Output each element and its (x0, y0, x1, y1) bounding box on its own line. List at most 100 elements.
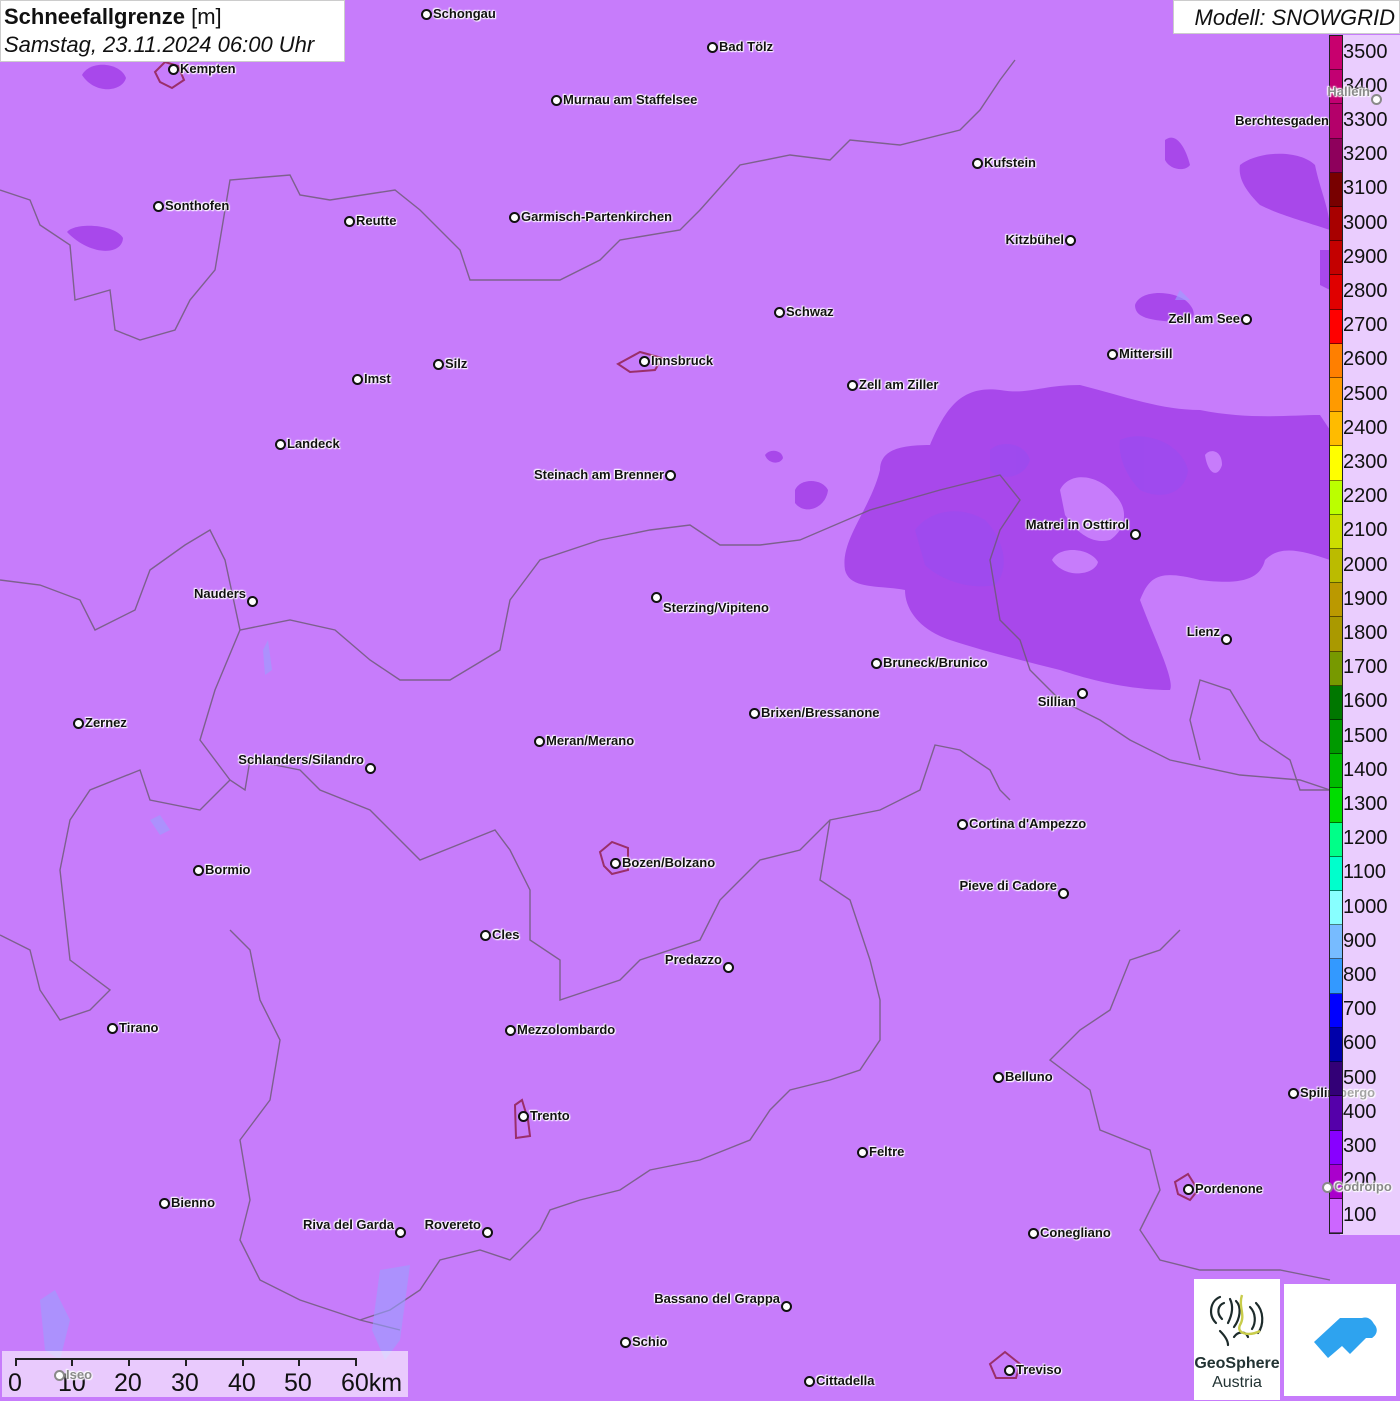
city-marker[interactable]: Cles (480, 927, 519, 943)
scale-tick (71, 1358, 73, 1366)
city-marker[interactable]: Riva del Garda (302, 1217, 406, 1238)
legend-value-label: 700 (1343, 998, 1377, 1021)
legend-value-label: 3200 (1343, 143, 1388, 166)
city-name: Bassano del Grappa (654, 1291, 780, 1306)
city-marker[interactable]: Steinach am Brenner (534, 467, 676, 483)
city-marker[interactable]: Kitzbühel (1006, 232, 1076, 248)
city-marker[interactable]: Sonthofen (153, 198, 229, 214)
city-name: Mezzolombardo (517, 1022, 616, 1037)
city-marker[interactable]: Imst (352, 371, 391, 387)
legend-value-label: 2300 (1343, 451, 1388, 474)
city-marker[interactable]: Bassano del Grappa (654, 1291, 792, 1312)
city-marker[interactable]: Innsbruck (639, 353, 713, 369)
city-marker[interactable]: Berchtesgaden (1235, 113, 1341, 129)
geosphere-emblem-icon (1210, 1294, 1264, 1347)
city-name: Steinach am Brenner (533, 467, 664, 482)
city-marker[interactable]: Zernez (73, 715, 127, 731)
city-marker[interactable]: Iseo (54, 1367, 92, 1383)
city-marker[interactable]: Landeck (275, 436, 340, 452)
city-marker[interactable]: Garmisch-Partenkirchen (509, 209, 672, 225)
city-marker[interactable]: Cittadella (804, 1373, 875, 1389)
city-marker[interactable]: Schongau (421, 6, 496, 22)
city-name: Garmisch-Partenkirchen (521, 209, 673, 224)
city-marker[interactable]: Bienno (159, 1195, 215, 1211)
city-name: Treviso (1016, 1362, 1062, 1377)
city-marker[interactable]: Predazzo (664, 952, 734, 973)
city-dot-icon (344, 216, 355, 227)
city-marker[interactable]: Treviso (1004, 1362, 1062, 1378)
legend-value-label: 500 (1343, 1066, 1377, 1089)
city-dot-icon (1058, 888, 1069, 899)
city-marker[interactable]: Schlanders/Silandro (238, 752, 376, 774)
city-marker[interactable]: Bozen/Bolzano (610, 855, 715, 871)
forecast-datetime: Samstag, 23.11.2024 06:00 Uhr (4, 32, 315, 57)
city-marker[interactable]: Bruneck/Brunico (871, 655, 988, 671)
legend-color-swatch (1330, 617, 1342, 652)
city-name: Schlanders/Silandro (238, 752, 364, 767)
city-marker[interactable]: Zell am Ziller (847, 377, 938, 393)
city-marker[interactable]: Murnau am Staffelsee (551, 92, 697, 108)
city-name: Landeck (287, 436, 340, 451)
legend-color-swatch (1330, 925, 1342, 960)
city-marker[interactable]: Brixen/Bressanone (749, 705, 880, 721)
legend-value-label: 1600 (1343, 690, 1388, 713)
legend-value-label: 100 (1343, 1203, 1377, 1226)
city-marker[interactable]: Lienz (1187, 624, 1232, 645)
city-name: Riva del Garda (302, 1217, 394, 1232)
city-dot-icon (804, 1376, 815, 1387)
city-marker[interactable]: Mezzolombardo (505, 1022, 615, 1038)
city-name: Cles (492, 927, 520, 942)
city-marker[interactable]: Codroipo (1322, 1179, 1392, 1195)
legend-color-swatch (1330, 309, 1342, 344)
city-dot-icon (193, 865, 204, 876)
city-marker[interactable]: Belluno (993, 1069, 1053, 1085)
city-dot-icon (73, 718, 84, 729)
city-marker[interactable]: Schwaz (774, 304, 834, 320)
city-marker[interactable]: Pordenone (1183, 1181, 1263, 1197)
city-marker[interactable]: Trento (518, 1108, 570, 1124)
city-marker[interactable]: Pieve di Cadore (959, 878, 1069, 899)
city-name: Zernez (85, 715, 127, 730)
city-marker[interactable]: Bormio (193, 862, 251, 878)
city-marker[interactable]: Meran/Merano (534, 733, 634, 749)
city-marker[interactable]: Cortina d'Ampezzo (957, 816, 1086, 832)
city-marker[interactable]: Kufstein (972, 155, 1036, 171)
scale-label: 0 (8, 1369, 22, 1397)
city-marker[interactable]: Feltre (857, 1144, 904, 1160)
city-name: Predazzo (664, 952, 722, 967)
legend-value-label: 3500 (1343, 40, 1388, 63)
city-marker[interactable]: Sillian (1037, 688, 1088, 710)
city-marker[interactable]: Conegliano (1028, 1225, 1111, 1241)
legend-value-label: 2500 (1343, 382, 1388, 405)
city-marker[interactable]: Mittersill (1107, 346, 1172, 362)
city-name: Codroipo (1334, 1179, 1392, 1194)
legend-value-label: 1100 (1343, 861, 1387, 884)
city-marker[interactable]: Schio (620, 1334, 667, 1350)
city-marker[interactable]: Bad Tölz (707, 39, 773, 55)
city-name: Bormio (205, 862, 251, 877)
city-name: Sillian (1037, 694, 1076, 709)
city-marker[interactable]: Kempten (168, 61, 236, 77)
city-marker[interactable]: Tirano (107, 1020, 159, 1036)
partner-logo[interactable] (1284, 1284, 1396, 1396)
city-marker[interactable]: Reutte (344, 213, 396, 229)
city-dot-icon (707, 42, 718, 53)
city-marker[interactable]: Sterzing/Vipiteno (651, 592, 769, 615)
city-marker[interactable]: Nauders (194, 586, 258, 607)
city-dot-icon (433, 359, 444, 370)
city-name: Matrei in Osttirol (1025, 517, 1129, 532)
city-marker[interactable]: Zell am See (1168, 311, 1252, 327)
legend-value-label: 2400 (1343, 416, 1388, 439)
city-marker[interactable]: Matrei in Osttirol (1025, 517, 1141, 540)
legend-color-swatch (1330, 754, 1342, 789)
city-dot-icon (365, 763, 376, 774)
city-marker[interactable]: Silz (433, 356, 467, 372)
geosphere-austria-logo[interactable]: GeoSphere Austria (1194, 1279, 1280, 1400)
city-marker[interactable]: Rovereto (425, 1217, 493, 1238)
city-marker[interactable]: Hallein (1327, 84, 1382, 105)
city-name: Bozen/Bolzano (622, 855, 716, 870)
city-dot-icon (352, 374, 363, 385)
legend-color-swatch (1330, 856, 1342, 892)
city-name: Brixen/Bressanone (761, 705, 880, 720)
legend-value-label: 1300 (1343, 793, 1388, 816)
